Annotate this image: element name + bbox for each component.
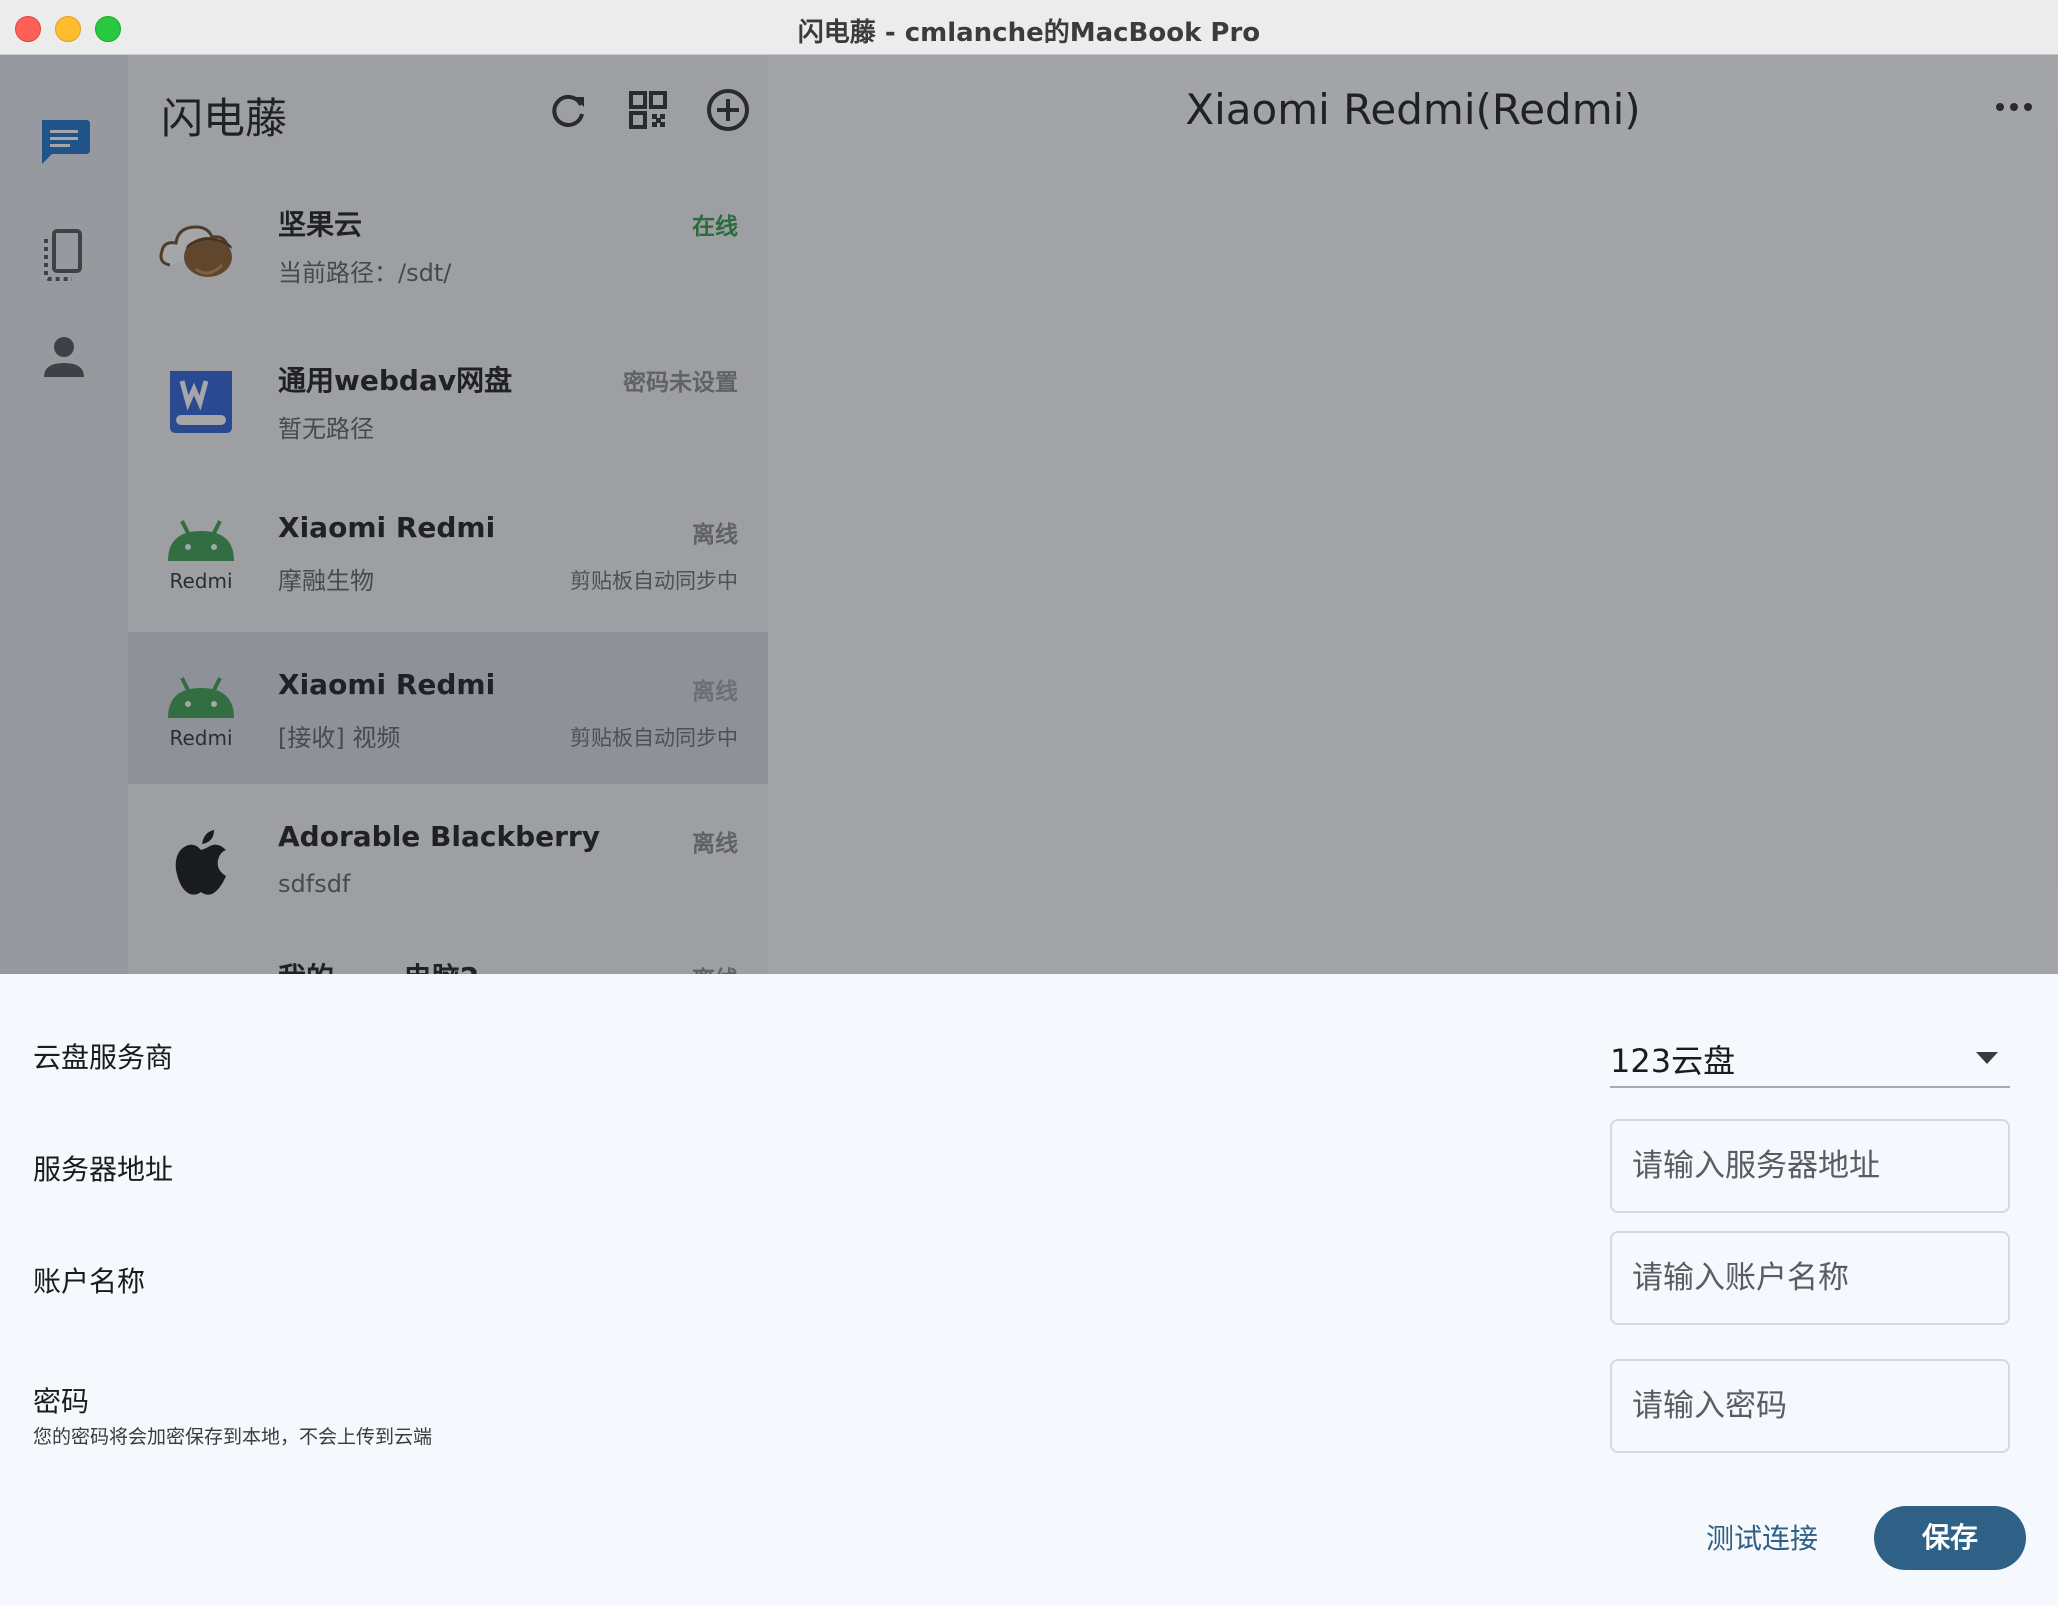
window-title: 闪电藤 - cmlanche的MacBook Pro (797, 18, 1261, 48)
save-button[interactable]: 保存 (1874, 1506, 2026, 1570)
server-address-label: 服务器地址 (33, 1153, 174, 1186)
server-address-input[interactable] (1612, 1121, 2008, 1211)
account-name-field[interactable] (1610, 1231, 2010, 1325)
provider-select[interactable]: 123云盘 (1610, 1032, 2010, 1088)
cloud-config-sheet: 云盘服务商 123云盘 服务器地址 账户名称 密码 您的密码将会加密保存到本地，… (0, 974, 2058, 1606)
password-input[interactable] (1612, 1361, 2008, 1451)
account-name-input[interactable] (1612, 1233, 2008, 1323)
app-background: 闪电藤 坚果云 当前路径：/sdt/ 在线 通用webdav网盘 暂无路径 密码… (0, 55, 2058, 974)
password-hint: 您的密码将会加密保存到本地，不会上传到云端 (33, 1426, 433, 1448)
provider-label: 云盘服务商 (33, 1041, 174, 1074)
server-address-field[interactable] (1610, 1119, 2010, 1213)
chevron-down-icon (1976, 1052, 1998, 1064)
password-label: 密码 (33, 1385, 90, 1418)
provider-selected-value: 123云盘 (1610, 1042, 1736, 1080)
test-connection-button[interactable]: 测试连接 (1682, 1514, 1842, 1564)
modal-scrim[interactable] (0, 55, 2058, 974)
window-titlebar: 闪电藤 - cmlanche的MacBook Pro (0, 0, 2058, 55)
account-name-label: 账户名称 (33, 1265, 146, 1298)
password-field[interactable] (1610, 1359, 2010, 1453)
